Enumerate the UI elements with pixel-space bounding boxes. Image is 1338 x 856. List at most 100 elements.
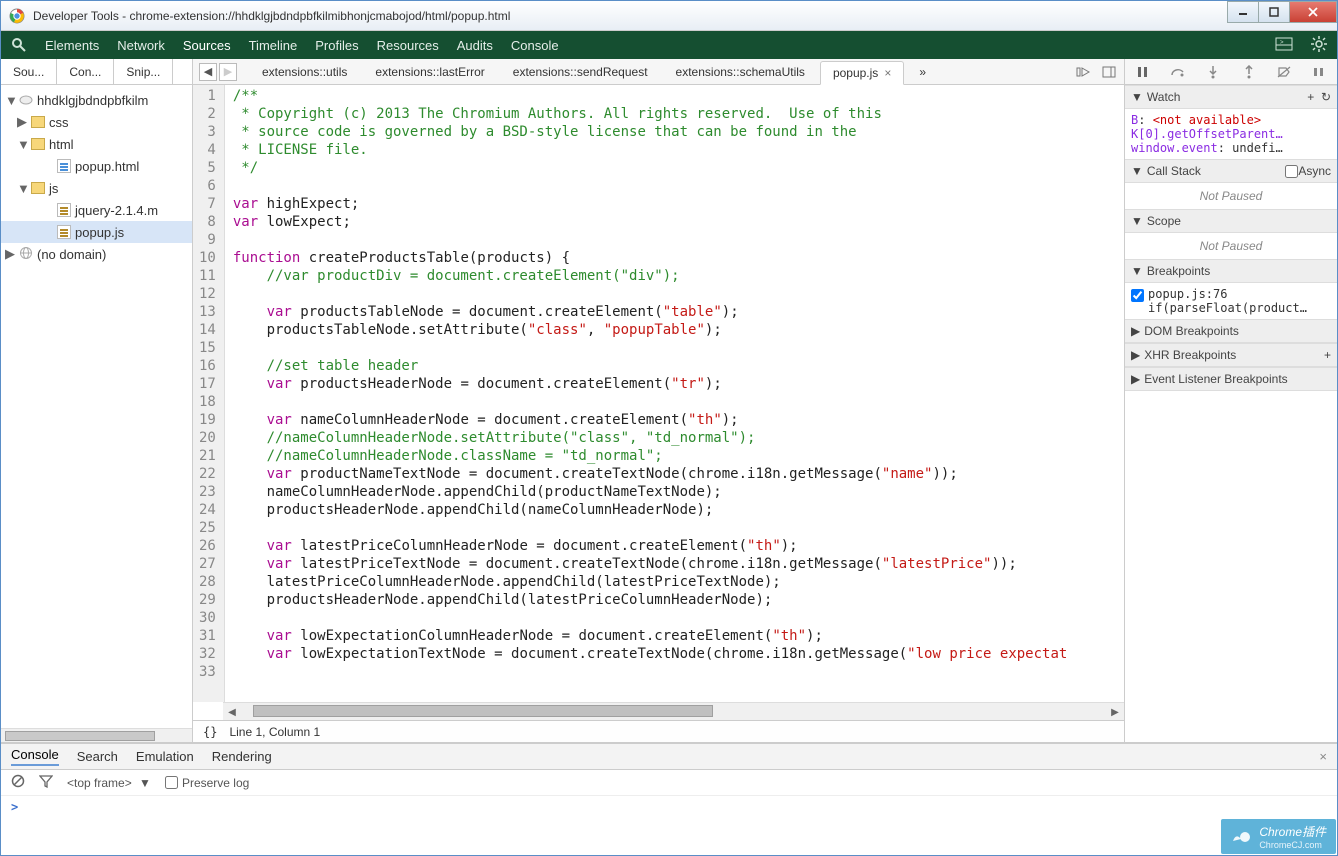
file-tree: ▼hhdklgjbdndpbfkilm ▶css ▼html popup.htm… (1, 85, 192, 728)
window-titlebar: Developer Tools - chrome-extension://hhd… (1, 1, 1337, 31)
close-tab-icon[interactable]: × (884, 66, 891, 80)
drawer-tabs: Console Search Emulation Rendering × (1, 744, 1337, 770)
sidebar-hscroll[interactable] (1, 728, 192, 742)
sidebar-tab-content[interactable]: Con... (57, 59, 114, 84)
tab-audits[interactable]: Audits (457, 38, 493, 53)
settings-icon[interactable] (1311, 36, 1327, 55)
clear-console-icon[interactable] (11, 774, 25, 791)
tree-folder-js[interactable]: ▼js (1, 177, 192, 199)
run-snippet-icon[interactable] (1074, 63, 1092, 81)
tree-file-popup-js[interactable]: popup.js (1, 221, 192, 243)
tab-console[interactable]: Console (511, 38, 559, 53)
cursor-position: Line 1, Column 1 (229, 725, 320, 739)
html-file-icon (57, 159, 71, 173)
code-editor[interactable]: 1234567891011121314151617181920212223242… (193, 85, 1124, 702)
window-controls (1228, 1, 1337, 23)
editor-pane: ◀ ▶ extensions::utils extensions::lastEr… (193, 59, 1125, 742)
globe-icon (19, 246, 33, 263)
js-file-icon (57, 225, 71, 239)
watermark: Chrome插件ChromeCJ.com (1221, 819, 1336, 854)
sidebar-tab-snippets[interactable]: Snip... (114, 59, 173, 84)
drawer-tab-rendering[interactable]: Rendering (212, 749, 272, 764)
watch-header[interactable]: ▼Watch+ ↻ (1125, 85, 1337, 109)
maximize-button[interactable] (1258, 1, 1290, 23)
filter-icon[interactable] (39, 774, 53, 791)
tree-no-domain[interactable]: ▶(no domain) (1, 243, 192, 265)
preserve-log[interactable]: Preserve log (165, 776, 249, 790)
step-out-icon[interactable] (1240, 63, 1258, 81)
js-file-icon (57, 203, 71, 217)
watch-body: B: <not available> K[0].getOffsetParent…… (1125, 109, 1337, 159)
devtools-toolbar: Elements Network Sources Timeline Profil… (1, 31, 1337, 59)
xhr-bp-header[interactable]: ▶XHR Breakpoints+ (1125, 343, 1337, 367)
step-over-icon[interactable] (1169, 63, 1187, 81)
code-content[interactable]: /** * Copyright (c) 2013 The Chromium Au… (225, 85, 1124, 702)
more-tabs[interactable]: » (906, 60, 939, 84)
svg-text:>_: >_ (1280, 40, 1288, 46)
step-into-icon[interactable] (1204, 63, 1222, 81)
editor-hscroll[interactable]: ◀▶ (223, 702, 1124, 720)
console-input[interactable]: > (1, 796, 1337, 855)
tab-timeline[interactable]: Timeline (249, 38, 298, 53)
inspect-icon[interactable] (11, 37, 27, 53)
folder-icon (31, 182, 45, 194)
preserve-log-checkbox[interactable] (165, 776, 178, 789)
breakpoint-row[interactable]: popup.js:76if(parseFloat(product… (1125, 283, 1337, 319)
evt-bp-header[interactable]: ▶Event Listener Breakpoints (1125, 367, 1337, 391)
tab-network[interactable]: Network (117, 38, 165, 53)
extension-icon (19, 93, 33, 108)
tree-folder-css[interactable]: ▶css (1, 111, 192, 133)
breakpoints-header[interactable]: ▼Breakpoints (1125, 259, 1337, 283)
pause-on-exceptions-icon[interactable] (1310, 63, 1328, 81)
deactivate-bp-icon[interactable] (1275, 63, 1293, 81)
tab-sources[interactable]: Sources (183, 38, 231, 53)
tab-resources[interactable]: Resources (377, 38, 439, 53)
dom-bp-header[interactable]: ▶DOM Breakpoints (1125, 319, 1337, 343)
debugger-pane: ▼Watch+ ↻ B: <not available> K[0].getOff… (1125, 59, 1337, 742)
scope-notpaused: Not Paused (1125, 233, 1337, 259)
minimize-button[interactable] (1227, 1, 1259, 23)
callstack-header[interactable]: ▼Call Stack Async (1125, 159, 1337, 183)
drawer-close-icon[interactable]: × (1319, 749, 1327, 764)
tree-folder-html[interactable]: ▼html (1, 133, 192, 155)
tree-origin[interactable]: ▼hhdklgjbdndpbfkilm (1, 89, 192, 111)
editor-tab[interactable]: extensions::sendRequest (500, 60, 661, 84)
callstack-notpaused: Not Paused (1125, 183, 1337, 209)
braces-icon[interactable]: {} (203, 725, 217, 739)
close-button[interactable] (1289, 1, 1337, 23)
async-checkbox[interactable] (1285, 165, 1298, 178)
debugger-toolbar (1125, 59, 1337, 85)
sources-sidebar: Sou... Con... Snip... ▼hhdklgjbdndpbfkil… (1, 59, 193, 742)
refresh-watch-icon[interactable]: ↻ (1321, 90, 1331, 104)
nav-back-button[interactable]: ◀ (199, 63, 217, 81)
toggle-sidebar-icon[interactable] (1100, 63, 1118, 81)
line-gutter: 1234567891011121314151617181920212223242… (193, 85, 225, 702)
show-drawer-icon[interactable]: >_ (1275, 37, 1293, 54)
tree-file-popup-html[interactable]: popup.html (1, 155, 192, 177)
nav-fwd-button[interactable]: ▶ (219, 63, 237, 81)
drawer-tab-emulation[interactable]: Emulation (136, 749, 194, 764)
add-watch-icon[interactable]: + (1307, 90, 1314, 104)
editor-tab[interactable]: extensions::utils (249, 60, 360, 84)
chrome-icon (9, 8, 25, 24)
folder-icon (31, 116, 45, 128)
console-toolbar: <top frame> ▼ Preserve log (1, 770, 1337, 796)
tree-file-jquery[interactable]: jquery-2.1.4.m (1, 199, 192, 221)
editor-tab[interactable]: extensions::lastError (362, 60, 497, 84)
editor-tab[interactable]: extensions::schemaUtils (663, 60, 818, 84)
add-xhr-bp-icon[interactable]: + (1324, 348, 1331, 362)
drawer-tab-search[interactable]: Search (77, 749, 118, 764)
editor-tab-active[interactable]: popup.js× (820, 61, 904, 85)
tab-elements[interactable]: Elements (45, 38, 99, 53)
breakpoint-checkbox[interactable] (1131, 289, 1144, 302)
frame-selector[interactable]: <top frame> ▼ (67, 776, 151, 790)
console-drawer: Console Search Emulation Rendering × <to… (1, 743, 1337, 855)
editor-tabs: ◀ ▶ extensions::utils extensions::lastEr… (193, 59, 1124, 85)
tab-profiles[interactable]: Profiles (315, 38, 358, 53)
pause-icon[interactable] (1134, 63, 1152, 81)
window-title: Developer Tools - chrome-extension://hhd… (33, 9, 510, 23)
scope-header[interactable]: ▼Scope (1125, 209, 1337, 233)
sidebar-tab-sources[interactable]: Sou... (1, 59, 57, 84)
snail-icon (1231, 827, 1253, 846)
drawer-tab-console[interactable]: Console (11, 747, 59, 766)
